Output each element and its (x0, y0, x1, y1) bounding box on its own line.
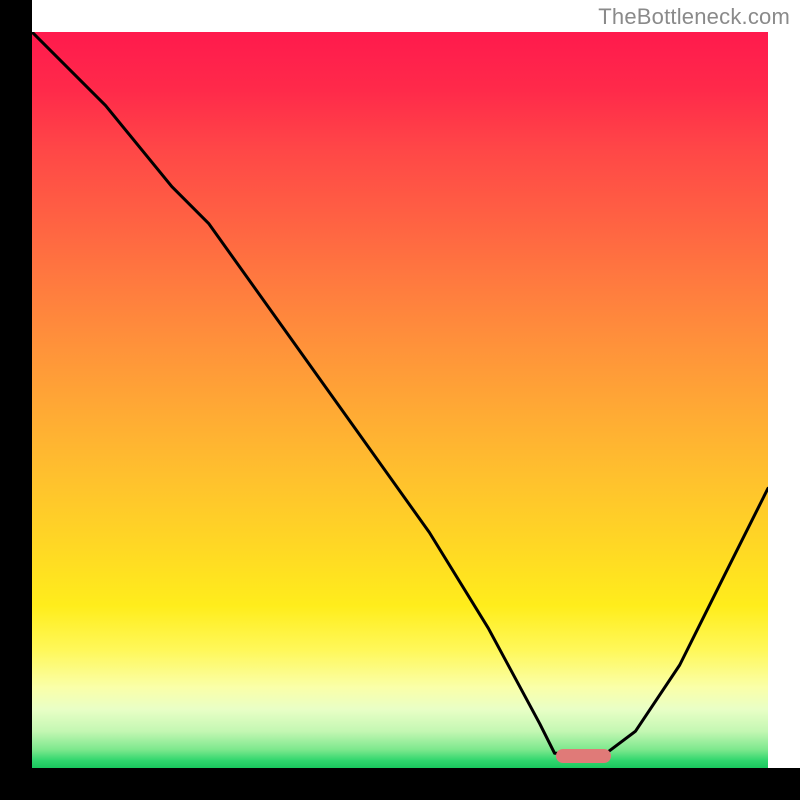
watermark-text: TheBottleneck.com (598, 4, 790, 30)
x-axis-bar (0, 768, 800, 800)
chart-container: TheBottleneck.com (0, 0, 800, 800)
plot-area (32, 32, 768, 768)
bottleneck-curve (32, 32, 768, 768)
y-axis-bar (0, 0, 32, 800)
curve-path (32, 32, 768, 753)
optimal-marker (556, 749, 611, 763)
